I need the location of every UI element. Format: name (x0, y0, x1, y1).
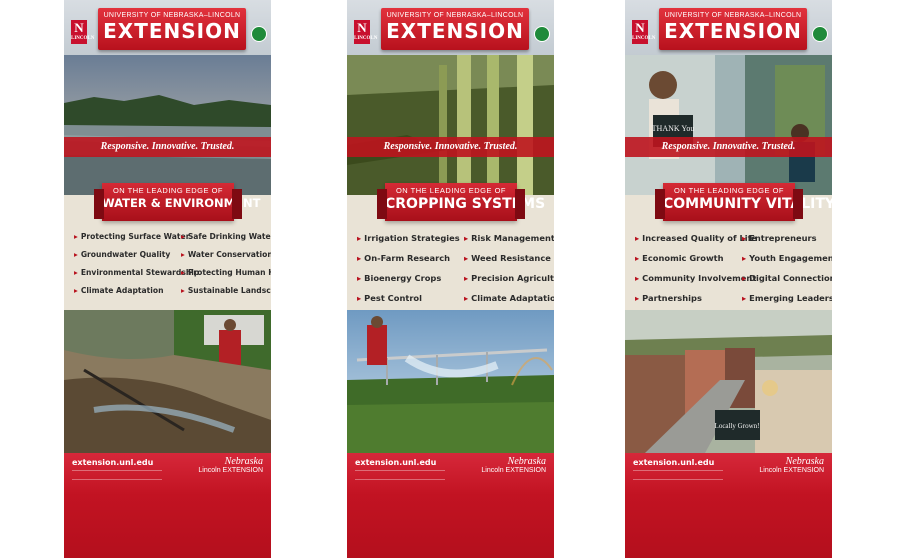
tagline: Responsive. Innovative. Trusted. (347, 137, 554, 157)
list-item: Climate Adaptation (464, 288, 554, 308)
nebraska-extension-wordmark: Nebraska Lincoln EXTENSION (759, 456, 824, 475)
list-item: On-Farm Research (357, 248, 464, 268)
banner-header: N LINCOLN UNIVERSITY OF NEBRASKA–LINCOLN … (625, 0, 832, 55)
list-item: Groundwater Quality (74, 246, 181, 264)
list-item: Community Involvement (635, 268, 756, 288)
list-item: Pest Control (357, 288, 464, 308)
topic-title: WATER & ENVIRONMENT (102, 196, 261, 210)
list-item: Youth Engagement (742, 248, 832, 268)
extension-url: extension.unl.edu (355, 458, 437, 467)
extension-url: extension.unl.edu (633, 458, 715, 467)
university-name: UNIVERSITY OF NEBRASKA–LINCOLN (664, 12, 802, 19)
anniversary-seal-icon (812, 26, 828, 42)
list-item: Irrigation Strategies (357, 228, 464, 248)
list-item: Precision Agriculture (464, 268, 554, 288)
locally-grown-sign: Locally Grown! (715, 422, 760, 430)
topic-list: Irrigation Strategies Risk Management On… (357, 228, 554, 308)
banner-header: N LINCOLN UNIVERSITY OF NEBRASKA–LINCOLN … (347, 0, 554, 55)
extension-url: extension.unl.edu (72, 458, 154, 467)
topic-list: Increased Quality of Life Entrepreneurs … (635, 228, 832, 308)
nebraska-n-logo: N LINCOLN (632, 20, 655, 44)
fine-print (355, 470, 445, 480)
nebraska-extension-wordmark: Nebraska Lincoln EXTENSION (481, 456, 546, 475)
tagline: Responsive. Innovative. Trusted. (625, 137, 832, 157)
list-item: Increased Quality of Life (635, 228, 757, 248)
list-item: Environmental Stewardship (74, 264, 200, 282)
university-name: UNIVERSITY OF NEBRASKA–LINCOLN (103, 12, 241, 19)
main-street-town-photo: Locally Grown! (625, 310, 832, 453)
topic-ribbon: ON THE LEADING EDGE OF WATER & ENVIRONME… (94, 183, 261, 221)
tagline: Responsive. Innovative. Trusted. (64, 137, 271, 157)
list-item: Protecting Human Health (181, 264, 271, 282)
extension-ribbon: UNIVERSITY OF NEBRASKA–LINCOLN EXTENSION (659, 8, 807, 50)
river-landscape-photo (64, 55, 271, 195)
list-item: Sustainable Landscapes (181, 282, 271, 300)
topic-ribbon: ON THE LEADING EDGE OF CROPPING SYSTEMS (377, 183, 546, 221)
list-item: Digital Connections (742, 268, 832, 288)
list-item: Entrepreneurs (742, 228, 830, 248)
list-item: Emerging Leaders (742, 288, 832, 308)
extension-ribbon: UNIVERSITY OF NEBRASKA–LINCOLN EXTENSION (381, 8, 529, 50)
banner-footer: extension.unl.edu Nebraska Lincoln EXTEN… (347, 453, 554, 558)
list-item: Partnerships (635, 288, 742, 308)
banner-header: N LINCOLN UNIVERSITY OF NEBRASKA–LINCOLN … (64, 0, 271, 55)
leading-edge-label: ON THE LEADING EDGE OF (673, 186, 785, 195)
topic-ribbon: ON THE LEADING EDGE OF COMMUNITY VITALIT… (655, 183, 832, 221)
list-item: Economic Growth (635, 248, 742, 268)
community-people-photo: THANK You (625, 55, 832, 195)
list-item: Climate Adaptation (74, 282, 181, 300)
banner-water-environment: N LINCOLN UNIVERSITY OF NEBRASKA–LINCOLN … (64, 0, 271, 558)
thank-you-sign: THANK You (652, 124, 695, 133)
banner-community-vitality: N LINCOLN UNIVERSITY OF NEBRASKA–LINCOLN … (625, 0, 832, 558)
nebraska-n-logo: N LINCOLN (354, 20, 377, 44)
topic-list: Protecting Surface Water Safe Drinking W… (74, 228, 271, 300)
nebraska-extension-wordmark: Nebraska Lincoln EXTENSION (198, 456, 263, 475)
leading-edge-label: ON THE LEADING EDGE OF (112, 186, 224, 195)
corn-field-photo (347, 55, 554, 195)
extension-title: EXTENSION (103, 19, 241, 43)
banner-footer: extension.unl.edu Nebraska Lincoln EXTEN… (64, 453, 271, 558)
list-item: Safe Drinking Water (181, 228, 271, 246)
list-item: Weed Resistance (464, 248, 552, 268)
university-name: UNIVERSITY OF NEBRASKA–LINCOLN (386, 12, 524, 19)
banner-cropping-systems: N LINCOLN UNIVERSITY OF NEBRASKA–LINCOLN … (347, 0, 554, 558)
nebraska-n-logo: N LINCOLN (71, 20, 94, 44)
irrigation-pivot-photo (347, 310, 554, 453)
topic-title: CROPPING SYSTEMS (385, 196, 546, 212)
fine-print (633, 470, 723, 480)
topic-title: COMMUNITY VITALITY (663, 196, 832, 212)
leading-edge-label: ON THE LEADING EDGE OF (395, 186, 507, 195)
water-sampling-photo (64, 310, 271, 453)
extension-ribbon: UNIVERSITY OF NEBRASKA–LINCOLN EXTENSION (98, 8, 246, 50)
banner-footer: extension.unl.edu Nebraska Lincoln EXTEN… (625, 453, 832, 558)
list-item: Water Conservation (181, 246, 271, 264)
list-item: Risk Management (464, 228, 554, 248)
anniversary-seal-icon (534, 26, 550, 42)
extension-title: EXTENSION (664, 19, 802, 43)
anniversary-seal-icon (251, 26, 267, 42)
extension-title: EXTENSION (386, 19, 524, 43)
fine-print (72, 470, 162, 480)
list-item: Bioenergy Crops (357, 268, 464, 288)
list-item: Protecting Surface Water (74, 228, 190, 246)
